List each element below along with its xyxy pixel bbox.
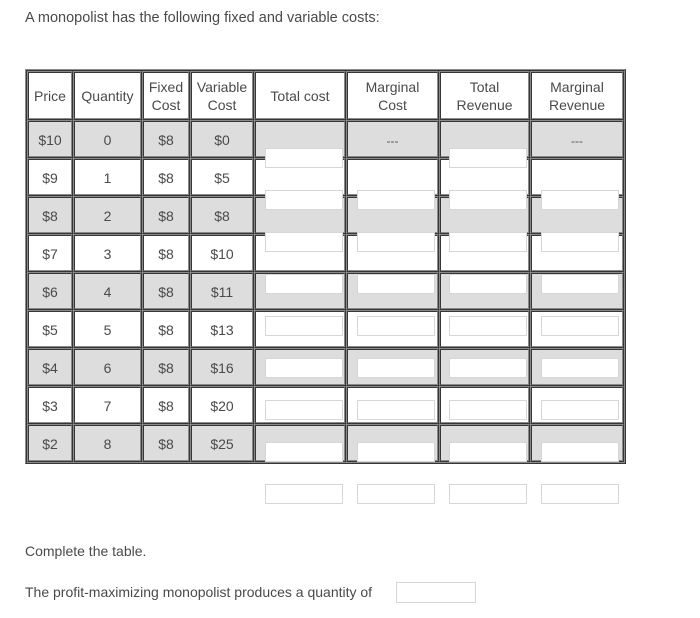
- marginal-revenue-input[interactable]: [541, 358, 619, 378]
- header-marginal-cost-line1: Marginal: [365, 78, 420, 95]
- marginal-cost-input[interactable]: [357, 442, 435, 462]
- cell-variable-cost: $16: [190, 348, 254, 386]
- total-cost-input[interactable]: [265, 316, 343, 336]
- not-applicable-dash: ---: [571, 134, 583, 148]
- header-marginal-cost-line2: Cost: [378, 96, 407, 113]
- header-marginal-cost: Marginal Cost: [346, 71, 439, 120]
- cell-marginal-cost: ---: [346, 120, 439, 158]
- total-cost-input[interactable]: [265, 358, 343, 378]
- total-revenue-input[interactable]: [449, 484, 527, 504]
- marginal-cost-input[interactable]: [357, 316, 435, 336]
- cell-quantity: 0: [73, 120, 142, 158]
- total-revenue-input[interactable]: [449, 274, 527, 294]
- header-variable-cost: Variable Cost: [190, 71, 254, 120]
- marginal-cost-input[interactable]: [357, 484, 435, 504]
- marginal-revenue-input[interactable]: [541, 484, 619, 504]
- total-cost-input[interactable]: [265, 232, 343, 252]
- profit-max-quantity-input[interactable]: [396, 582, 476, 603]
- cell-variable-cost: $10: [190, 234, 254, 272]
- intro-text: A monopolist has the following fixed and…: [25, 10, 380, 26]
- cell-variable-cost: $20: [190, 386, 254, 424]
- cell-price: $8: [27, 196, 73, 234]
- cell-quantity: 4: [73, 272, 142, 310]
- cell-price: $5: [27, 310, 73, 348]
- question-label: The profit-maximizing monopolist produce…: [25, 584, 373, 600]
- header-total-revenue-line2: Revenue: [456, 96, 513, 113]
- total-cost-input[interactable]: [265, 442, 343, 462]
- header-total-cost: Total cost: [254, 71, 346, 120]
- header-fixed-cost-line1: Fixed: [148, 78, 184, 95]
- cell-fixed-cost: $8: [142, 310, 190, 348]
- cell-fixed-cost: $8: [142, 348, 190, 386]
- cell-price: $3: [27, 386, 73, 424]
- total-cost-input[interactable]: [265, 190, 343, 210]
- marginal-revenue-input[interactable]: [541, 400, 619, 420]
- header-fixed-cost-line2: Cost: [151, 96, 181, 113]
- header-fixed-cost: Fixed Cost: [142, 71, 190, 120]
- cell-fixed-cost: $8: [142, 234, 190, 272]
- header-marginal-revenue-line2: Revenue: [548, 96, 606, 113]
- cell-quantity: 2: [73, 196, 142, 234]
- cell-marginal-revenue: ---: [530, 120, 624, 158]
- cell-fixed-cost: $8: [142, 424, 190, 462]
- total-cost-input[interactable]: [265, 484, 343, 504]
- total-cost-input[interactable]: [265, 274, 343, 294]
- cell-price: $7: [27, 234, 73, 272]
- header-total-revenue-line1: Total: [469, 78, 500, 95]
- header-variable-cost-line1: Variable: [196, 78, 248, 95]
- total-cost-input[interactable]: [265, 148, 343, 168]
- total-revenue-input[interactable]: [449, 358, 527, 378]
- instruction-text: Complete the table.: [25, 543, 147, 559]
- cell-variable-cost: $0: [190, 120, 254, 158]
- cell-price: $9: [27, 158, 73, 196]
- cell-quantity: 3: [73, 234, 142, 272]
- marginal-revenue-input[interactable]: [541, 232, 619, 252]
- cell-fixed-cost: $8: [142, 196, 190, 234]
- cell-fixed-cost: $8: [142, 386, 190, 424]
- cell-variable-cost: $13: [190, 310, 254, 348]
- header-total-revenue: Total Revenue: [439, 71, 530, 120]
- cell-fixed-cost: $8: [142, 120, 190, 158]
- cell-price: $4: [27, 348, 73, 386]
- marginal-revenue-input[interactable]: [541, 190, 619, 210]
- total-cost-input[interactable]: [265, 400, 343, 420]
- cell-quantity: 6: [73, 348, 142, 386]
- total-revenue-input[interactable]: [449, 232, 527, 252]
- cell-quantity: 5: [73, 310, 142, 348]
- header-quantity: Quantity: [73, 71, 142, 120]
- marginal-cost-input[interactable]: [357, 358, 435, 378]
- not-applicable-dash: ---: [386, 134, 399, 148]
- cell-variable-cost: $11: [190, 272, 254, 310]
- header-variable-cost-line2: Cost: [207, 96, 237, 113]
- table-header-row: Price Quantity Fixed Cost Variable Cost To…: [27, 71, 624, 120]
- header-marginal-revenue-line1: Marginal: [550, 78, 604, 95]
- cell-price: $6: [27, 272, 73, 310]
- header-marginal-revenue: Marginal Revenue: [530, 71, 624, 120]
- cell-quantity: 7: [73, 386, 142, 424]
- total-revenue-input[interactable]: [449, 442, 527, 462]
- total-revenue-input[interactable]: [449, 148, 527, 168]
- marginal-cost-input[interactable]: [357, 400, 435, 420]
- cell-price: $10: [27, 120, 73, 158]
- cell-variable-cost: $5: [190, 158, 254, 196]
- total-revenue-input[interactable]: [449, 316, 527, 336]
- total-revenue-input[interactable]: [449, 190, 527, 210]
- marginal-revenue-input[interactable]: [541, 316, 619, 336]
- cell-price: $2: [27, 424, 73, 462]
- marginal-revenue-input[interactable]: [541, 442, 619, 462]
- cell-quantity: 1: [73, 158, 142, 196]
- marginal-cost-input[interactable]: [357, 190, 435, 210]
- cell-fixed-cost: $8: [142, 272, 190, 310]
- cell-variable-cost: $8: [190, 196, 254, 234]
- cell-fixed-cost: $8: [142, 158, 190, 196]
- header-price: Price: [27, 71, 73, 120]
- total-revenue-input[interactable]: [449, 400, 527, 420]
- marginal-cost-input[interactable]: [357, 274, 435, 294]
- marginal-cost-input[interactable]: [357, 232, 435, 252]
- marginal-revenue-input[interactable]: [541, 274, 619, 294]
- cell-quantity: 8: [73, 424, 142, 462]
- cell-variable-cost: $25: [190, 424, 254, 462]
